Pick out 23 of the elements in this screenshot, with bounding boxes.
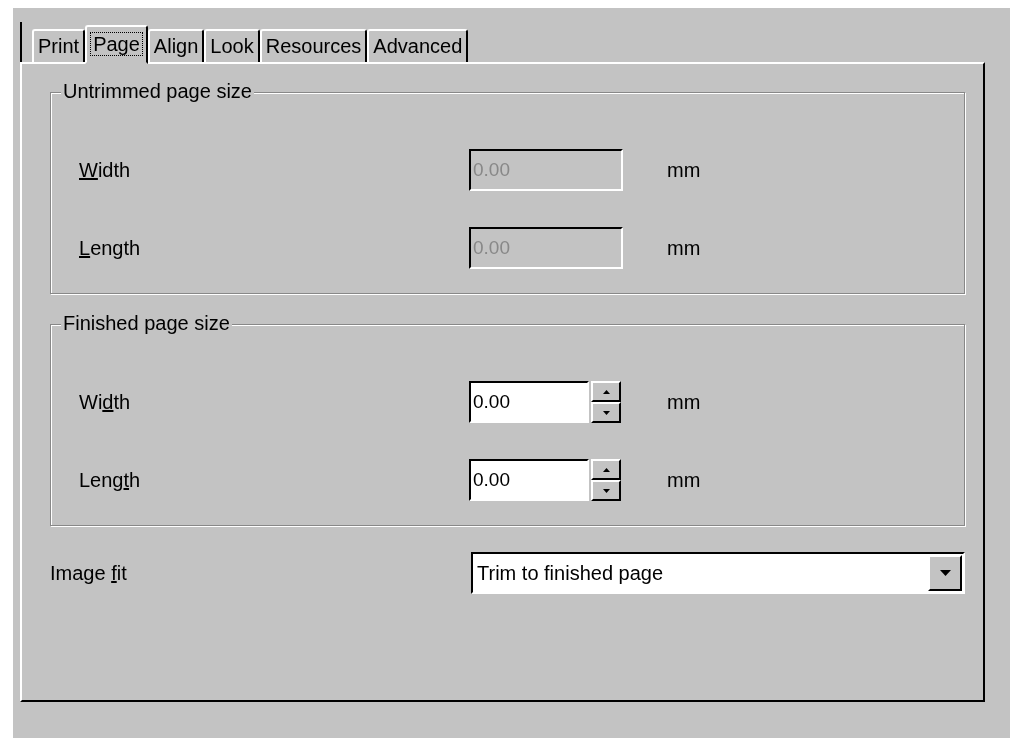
tab[interactable]: Resources	[259, 29, 368, 62]
tab[interactable]: Align	[147, 29, 205, 62]
number-field[interactable]: 0.00	[469, 459, 589, 501]
field-label: Length	[79, 468, 142, 492]
tab[interactable]: Print	[32, 29, 86, 62]
unit-label: mm	[667, 468, 701, 492]
group-title: Finished page size	[61, 312, 232, 335]
field-label: Image fit	[50, 561, 128, 585]
unit-label: mm	[667, 158, 701, 182]
unit-label: mm	[667, 236, 701, 260]
group-title: Untrimmed page size	[61, 80, 254, 103]
tab[interactable]: Page	[85, 25, 148, 64]
field-label: Length	[79, 236, 142, 260]
unit-label: mm	[667, 390, 701, 414]
spin-buttons[interactable]	[591, 381, 621, 423]
image-fit-dropdown[interactable]: Trim to finished page	[471, 552, 965, 594]
field-label: Width	[79, 390, 132, 414]
tab[interactable]: Look	[204, 29, 260, 62]
number-field[interactable]: 0.00	[469, 381, 589, 423]
spin-buttons[interactable]	[591, 459, 621, 501]
dropdown-arrow-icon	[939, 570, 951, 576]
field-label: Width	[79, 158, 132, 182]
tab[interactable]: Advanced	[367, 29, 469, 62]
